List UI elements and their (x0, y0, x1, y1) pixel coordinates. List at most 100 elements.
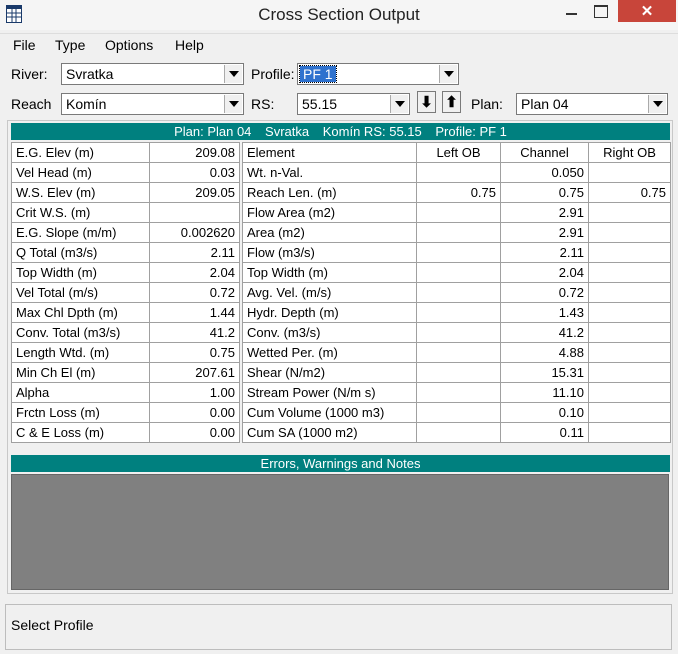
table-row: Stream Power (N/m s) 11.10 (242, 382, 671, 403)
status-bar: Select Profile (5, 604, 672, 650)
reach-dropdown-button[interactable] (224, 95, 242, 113)
table-row: Min Ch El (m) 207.61 (11, 362, 240, 383)
right-ob-value (588, 422, 671, 443)
row-value: 207.61 (149, 362, 240, 383)
profile-select[interactable]: PF 1 (297, 63, 459, 85)
river-label: River: (11, 66, 48, 82)
right-ob-value: 0.75 (588, 182, 671, 203)
table-row: Wt. n-Val. 0.050 (242, 162, 671, 183)
row-value: 1.00 (149, 382, 240, 403)
row-label: Conv. Total (m3/s) (11, 322, 150, 343)
table-row: E.G. Slope (m/m) 0.002620 (11, 222, 240, 243)
row-label: Q Total (m3/s) (11, 242, 150, 263)
profile-dropdown-button[interactable] (439, 65, 457, 83)
left-ob-value (416, 222, 501, 243)
left-ob-value (416, 342, 501, 363)
row-label: Top Width (m) (242, 262, 417, 283)
flow-distribution-table: Element Left OB Channel Right OB Wt. n-V… (242, 142, 671, 443)
row-label: Flow (m3/s) (242, 242, 417, 263)
right-ob-value (588, 322, 671, 343)
river-dropdown-button[interactable] (224, 65, 242, 83)
row-value: 41.2 (149, 322, 240, 343)
channel-value: 0.10 (500, 402, 589, 423)
table-row: Frctn Loss (m) 0.00 (11, 402, 240, 423)
row-label: Wt. n-Val. (242, 162, 417, 183)
table-row: Flow (m3/s) 2.11 (242, 242, 671, 263)
column-header-left-ob: Left OB (416, 142, 501, 163)
row-value: 2.11 (149, 242, 240, 263)
row-value: 2.04 (149, 262, 240, 283)
maximize-button[interactable] (588, 0, 614, 22)
left-ob-value (416, 162, 501, 183)
channel-value: 1.43 (500, 302, 589, 323)
left-ob-value (416, 262, 501, 283)
left-ob-value (416, 302, 501, 323)
rs-value: 55.15 (302, 96, 338, 112)
left-ob-value: 0.75 (416, 182, 501, 203)
row-value (149, 202, 240, 223)
row-label: Hydr. Depth (m) (242, 302, 417, 323)
row-label: Flow Area (m2) (242, 202, 417, 223)
left-ob-value (416, 362, 501, 383)
table-row: C & E Loss (m) 0.00 (11, 422, 240, 443)
column-header-right-ob: Right OB (588, 142, 671, 163)
column-header-element: Element (242, 142, 417, 163)
rs-label: RS: (251, 96, 275, 112)
row-label: W.S. Elev (m) (11, 182, 150, 203)
row-value: 0.00 (149, 422, 240, 443)
channel-value: 0.11 (500, 422, 589, 443)
channel-value: 4.88 (500, 342, 589, 363)
table-row: Vel Total (m/s) 0.72 (11, 282, 240, 303)
right-ob-value (588, 222, 671, 243)
menu-help[interactable]: Help (175, 37, 204, 53)
table-row: Hydr. Depth (m) 1.43 (242, 302, 671, 323)
right-ob-value (588, 342, 671, 363)
row-label: E.G. Elev (m) (11, 142, 150, 163)
chevron-down-icon (443, 71, 454, 77)
row-label: Shear (N/m2) (242, 362, 417, 383)
close-button[interactable]: ✕ (618, 0, 676, 22)
river-select[interactable]: Svratka (61, 63, 244, 85)
row-label: C & E Loss (m) (11, 422, 150, 443)
rs-select[interactable]: 55.15 (297, 93, 410, 115)
rs-dropdown-button[interactable] (390, 95, 408, 113)
errors-notes-panel[interactable] (11, 474, 669, 590)
channel-value: 11.10 (500, 382, 589, 403)
plan-dropdown-button[interactable] (648, 95, 666, 113)
right-ob-value (588, 282, 671, 303)
menu-file[interactable]: File (13, 37, 36, 53)
right-ob-value (588, 262, 671, 283)
rs-up-button[interactable]: ⬆ (442, 91, 461, 113)
row-label: Max Chl Dpth (m) (11, 302, 150, 323)
header-profile: Profile: PF 1 (435, 124, 507, 139)
row-label: Cum Volume (1000 m3) (242, 402, 417, 423)
row-label: Stream Power (N/m s) (242, 382, 417, 403)
row-label: Conv. (m3/s) (242, 322, 417, 343)
table-row: Top Width (m) 2.04 (242, 262, 671, 283)
menu-type[interactable]: Type (55, 37, 85, 53)
menu-options[interactable]: Options (105, 37, 153, 53)
title-bar: Cross Section Output ✕ (0, 0, 678, 30)
profile-label: Profile: (251, 66, 295, 82)
row-label: Area (m2) (242, 222, 417, 243)
summary-table: E.G. Elev (m) 209.08 Vel Head (m) 0.03 W.S. … (11, 142, 240, 443)
output-header-bar: Plan: Plan 04 Svratka Komín RS: 55.15 Pr… (11, 123, 670, 140)
table-row: Alpha 1.00 (11, 382, 240, 403)
reach-value: Komín (66, 96, 107, 112)
minimize-button[interactable] (553, 0, 589, 22)
row-label: Length Wtd. (m) (11, 342, 150, 363)
channel-value: 2.04 (500, 262, 589, 283)
table-row: Cum SA (1000 m2) 0.11 (242, 422, 671, 443)
table-row: Shear (N/m2) 15.31 (242, 362, 671, 383)
rs-down-button[interactable]: ⬇ (417, 91, 436, 113)
plan-select[interactable]: Plan 04 (516, 93, 668, 115)
row-label: Wetted Per. (m) (242, 342, 417, 363)
maximize-icon (594, 4, 608, 18)
row-value: 0.00 (149, 402, 240, 423)
channel-value: 0.050 (500, 162, 589, 183)
header-plan: Plan: Plan 04 (174, 124, 252, 139)
reach-select[interactable]: Komín (61, 93, 244, 115)
table-row: Wetted Per. (m) 4.88 (242, 342, 671, 363)
table-row: Avg. Vel. (m/s) 0.72 (242, 282, 671, 303)
arrow-up-icon: ⬆ (445, 94, 458, 111)
